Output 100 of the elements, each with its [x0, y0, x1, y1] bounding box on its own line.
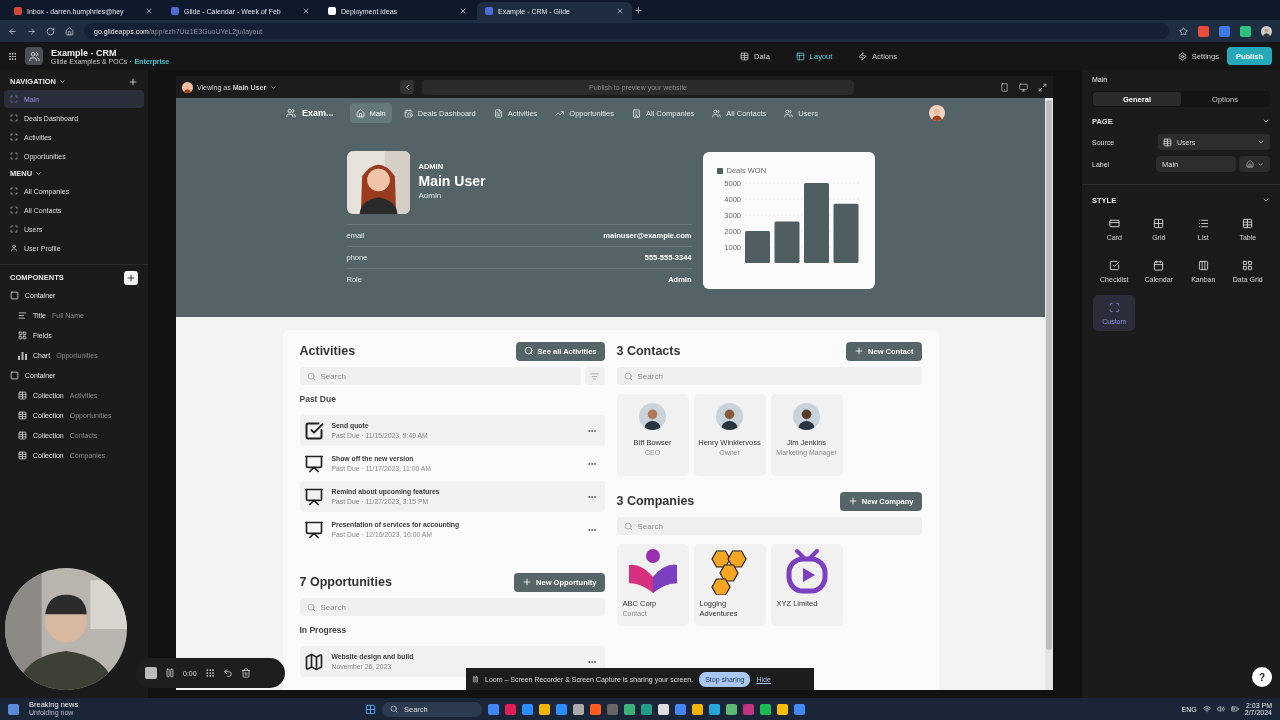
square-icon: [10, 371, 19, 380]
group-title: Past Due: [299, 394, 337, 404]
plus-icon: [854, 346, 865, 356]
home-icon[interactable]: [65, 26, 74, 36]
bookmark-icon[interactable]: [1179, 26, 1188, 36]
add-button[interactable]: [124, 270, 138, 285]
app-icon[interactable]: [522, 703, 533, 715]
app-icon[interactable]: [641, 703, 652, 715]
avatar[interactable]: [1261, 25, 1272, 37]
app-icon[interactable]: [760, 703, 771, 715]
search-icon: [523, 346, 534, 356]
user-icon: [10, 244, 18, 252]
new-tab-icon[interactable]: [634, 5, 643, 15]
battery-icon[interactable]: [1230, 705, 1239, 713]
extension-icon[interactable]: [1198, 25, 1209, 37]
frame-icon: [10, 225, 18, 233]
search-icon: [306, 603, 316, 612]
close-icon[interactable]: [302, 7, 310, 15]
app-icon[interactable]: [573, 703, 584, 715]
search-field[interactable]: Search: [616, 367, 922, 385]
chevron-icon[interactable]: [1262, 117, 1270, 125]
delete-button[interactable]: [240, 668, 251, 678]
app-icon[interactable]: [709, 703, 720, 715]
home-icon: [1245, 160, 1254, 168]
stop-button[interactable]: [145, 667, 157, 679]
avatar: [182, 81, 193, 93]
app-icon[interactable]: [590, 703, 601, 715]
undo-button[interactable]: [222, 668, 233, 678]
section-title: Activities: [299, 344, 356, 358]
app-name[interactable]: Exam...: [286, 108, 334, 118]
pause-icon: [472, 675, 479, 683]
extension-icon[interactable]: [1240, 25, 1251, 37]
bar-chart-icon: [18, 351, 27, 360]
app-icon[interactable]: [777, 703, 788, 715]
chevron-icon: [1256, 160, 1264, 168]
pause-icon: [165, 668, 175, 678]
app-icon[interactable]: [658, 703, 669, 715]
app-logo: [25, 47, 43, 65]
add-button[interactable]: [128, 76, 138, 87]
close-icon[interactable]: [616, 7, 624, 15]
news-icon[interactable]: [8, 703, 19, 715]
map-icon: [303, 651, 324, 672]
table-icon: [18, 411, 27, 420]
app-icon[interactable]: [726, 703, 737, 715]
scrollbar-thumb[interactable]: [1046, 100, 1052, 650]
search-field[interactable]: Search: [616, 517, 922, 535]
app-icon[interactable]: [692, 703, 703, 715]
calendar-icon: [1153, 259, 1165, 271]
app-title: Example - CRM: [51, 47, 118, 58]
app-icon[interactable]: [624, 703, 635, 715]
filter-icon: [590, 371, 599, 381]
frame-icon: [10, 133, 18, 141]
people-icon: [784, 108, 794, 118]
plus-icon: [126, 272, 136, 283]
avatar: [793, 403, 820, 430]
chevron-icon[interactable]: [1262, 196, 1270, 204]
pause-button[interactable]: [165, 668, 175, 678]
search-field[interactable]: Search: [299, 598, 605, 616]
checkbox-icon: [1108, 259, 1120, 271]
search-icon: [623, 522, 633, 531]
extension-icon[interactable]: [1219, 25, 1230, 37]
avatar: [639, 403, 666, 430]
chevron-icon: [35, 170, 43, 177]
app-icon[interactable]: [556, 703, 567, 715]
icon-select[interactable]: [1239, 156, 1270, 172]
apps-icon[interactable]: [8, 51, 17, 61]
lines-icon: [18, 311, 27, 320]
back-icon[interactable]: [8, 26, 17, 36]
table-icon: [1163, 137, 1172, 147]
table-icon: [18, 391, 27, 400]
frame-icon: [10, 187, 18, 195]
phone-icon[interactable]: [1000, 82, 1009, 92]
avatar: [716, 403, 743, 430]
grid-button[interactable]: [204, 668, 215, 678]
table-icon: [18, 431, 27, 440]
undo-icon: [222, 668, 233, 678]
user-name: Main User: [418, 173, 486, 189]
trend-icon: [555, 108, 565, 118]
columns-icon: [1197, 259, 1209, 271]
plus-icon: [128, 76, 138, 87]
settings-icon: [1177, 51, 1187, 61]
presentation-icon: [303, 486, 324, 507]
wifi-icon[interactable]: [1202, 705, 1211, 713]
reload-icon[interactable]: [46, 26, 55, 36]
back-button[interactable]: [400, 80, 414, 94]
app-icon[interactable]: [539, 703, 550, 715]
people-icon: [712, 108, 722, 118]
expand-icon[interactable]: [1038, 82, 1047, 92]
chevron-icon: [59, 78, 66, 85]
forward-icon[interactable]: [27, 26, 36, 36]
bar: [774, 221, 799, 263]
close-icon[interactable]: [459, 7, 467, 15]
desktop-icon[interactable]: [1019, 82, 1028, 92]
close-icon[interactable]: [145, 7, 153, 15]
fields-icon: [18, 331, 27, 340]
start-icon[interactable]: [365, 703, 376, 715]
volume-icon[interactable]: [1216, 705, 1225, 713]
search-field[interactable]: Search: [299, 367, 581, 385]
avatar[interactable]: [929, 105, 945, 121]
search-icon: [623, 372, 633, 381]
